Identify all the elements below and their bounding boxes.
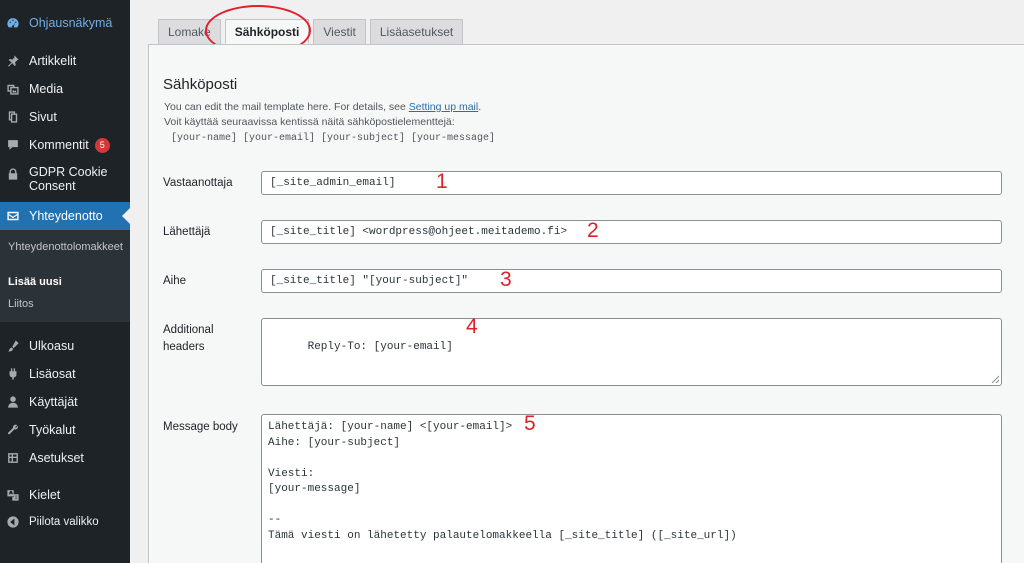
sidebar-item-label: Artikkelit (29, 54, 77, 68)
mail-icon (6, 209, 20, 223)
headers-label: Additional headers (163, 324, 214, 353)
body-label: Message body (163, 421, 238, 433)
annotation-number: 3 (500, 268, 512, 291)
subject-label: Aihe (163, 275, 187, 287)
submenu-item-add-new[interactable]: Lisää uusi (8, 275, 128, 290)
settings-icon (6, 451, 20, 465)
main-content: Lomake Sähköposti Viestit Lisäasetukset … (130, 0, 1024, 563)
tab-additional-settings[interactable]: Lisäasetukset (369, 19, 464, 44)
sidebar-item-languages[interactable]: Kielet (0, 485, 130, 505)
sidebar-item-label: Ulkoasu (29, 339, 75, 353)
annotation-number: 4 (466, 315, 478, 338)
sidebar-item-label: Kommentit (29, 138, 89, 152)
lock-icon (6, 167, 20, 181)
sidebar-item-label: Työkalut (29, 423, 76, 437)
sidebar-item-label: Media (29, 82, 64, 96)
sidebar-item-label: Ohjausnäkymä (29, 16, 113, 30)
sidebar-item-label: Kielet (29, 488, 61, 502)
brush-icon (6, 339, 20, 353)
sidebar-item-label: Yhteydenotto (29, 209, 103, 223)
section-title: Sähköposti (163, 76, 238, 93)
annotation-number: 1 (436, 170, 448, 193)
sidebar-item-label: Sivut (29, 110, 57, 124)
tab-messages[interactable]: Viestit (313, 19, 366, 44)
sidebar-item-label: GDPR Cookie Consent (29, 165, 108, 193)
contact-submenu: Yhteydenottolomakkeet Lisää uusi Liitos (0, 230, 130, 322)
admin-sidebar: Ohjausnäkymä Artikkelit Media Sivut Komm… (0, 0, 130, 563)
headers-textarea[interactable]: Reply-To: [your-email] (261, 318, 1002, 386)
submenu-item-integration[interactable]: Liitos (8, 297, 128, 312)
mail-tags: [your-name] [your-email] [your-subject] … (171, 133, 496, 144)
sidebar-item-dashboard[interactable]: Ohjausnäkymä (0, 13, 130, 33)
sidebar-item-settings[interactable]: Asetukset (0, 448, 130, 468)
dashboard-icon (6, 16, 20, 30)
annotation-number: 5 (524, 412, 536, 435)
comment-count-badge: 5 (94, 137, 110, 153)
wrench-icon (6, 423, 20, 437)
pin-icon (6, 54, 20, 68)
mail-panel: Sähköposti You can edit the mail templat… (148, 44, 1024, 563)
submenu-item-forms[interactable]: Yhteydenottolomakkeet (8, 240, 128, 255)
from-label: Lähettäjä (163, 226, 211, 238)
sidebar-item-media[interactable]: Media (0, 79, 130, 99)
collapse-icon (6, 515, 20, 529)
sidebar-item-label: Lisäosat (29, 367, 76, 381)
sidebar-item-collapse[interactable]: Piilota valikko (0, 512, 130, 532)
sidebar-item-comments[interactable]: Kommentit 5 (0, 135, 130, 155)
sidebar-item-users[interactable]: Käyttäjät (0, 392, 130, 412)
to-field[interactable]: [_site_admin_email] (261, 171, 1002, 195)
to-label: Vastaanottaja (163, 177, 233, 189)
sidebar-item-tools[interactable]: Työkalut (0, 420, 130, 440)
media-icon (6, 82, 20, 96)
subject-field[interactable]: [_site_title] "[your-subject]" (261, 269, 1002, 293)
annotation-number: 2 (587, 219, 599, 242)
sidebar-item-label: Käyttäjät (29, 395, 78, 409)
pages-icon (6, 110, 20, 124)
section-description: You can edit the mail template here. For… (164, 101, 482, 113)
from-field[interactable]: [_site_title] <wordpress@ohjeet.meitadem… (261, 220, 1002, 244)
sidebar-item-label: Piilota valikko (29, 516, 99, 528)
sidebar-item-appearance[interactable]: Ulkoasu (0, 336, 130, 356)
section-description-line2: Voit käyttää seuraavissa kentissä näitä … (164, 116, 455, 128)
setting-up-mail-link[interactable]: Setting up mail (409, 101, 478, 113)
user-icon (6, 395, 20, 409)
sidebar-item-plugins[interactable]: Lisäosat (0, 364, 130, 384)
body-textarea[interactable]: Lähettäjä: [your-name] <[your-email]> Ai… (261, 414, 1002, 563)
sidebar-item-label: Asetukset (29, 451, 84, 465)
comment-icon (6, 138, 20, 152)
plugin-icon (6, 367, 20, 381)
resize-handle-icon[interactable] (991, 375, 999, 383)
sidebar-item-gdpr[interactable]: GDPR Cookie Consent (0, 165, 130, 195)
sidebar-item-pages[interactable]: Sivut (0, 107, 130, 127)
sidebar-item-posts[interactable]: Artikkelit (0, 51, 130, 71)
translate-icon (6, 488, 20, 502)
sidebar-item-contact[interactable]: Yhteydenotto (0, 202, 130, 230)
